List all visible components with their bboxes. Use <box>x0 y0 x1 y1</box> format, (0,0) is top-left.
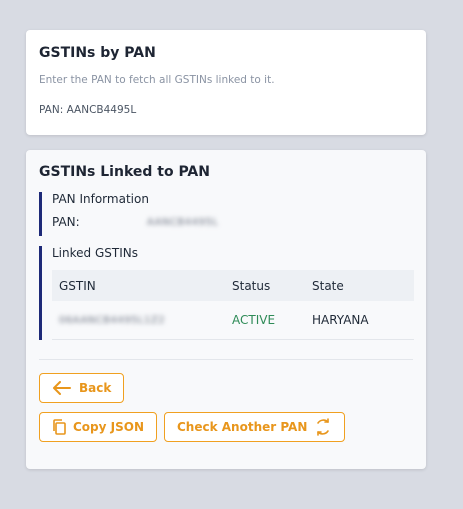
card-subtitle: Enter the PAN to fetch all GSTINs linked… <box>39 74 275 86</box>
copy-json-label: Copy JSON <box>73 420 144 434</box>
gstins-by-pan-card: GSTINs by PAN Enter the PAN to fetch all… <box>26 30 426 135</box>
linked-gstins-section: Linked GSTINs GSTIN Status State 06AANCB… <box>39 246 414 340</box>
action-buttons: Copy JSON Check Another PAN <box>39 412 413 442</box>
pan-row: PAN: AANCB4495L <box>52 215 413 229</box>
arrow-left-icon <box>52 381 72 395</box>
gstin-table: GSTIN Status State 06AANCB4495L1Z2 ACTIV… <box>52 270 414 340</box>
table-row: 06AANCB4495L1Z2 ACTIVE HARYANA <box>52 301 414 340</box>
divider <box>39 359 413 360</box>
copy-icon <box>52 419 66 435</box>
column-header: Status <box>232 278 271 293</box>
copy-json-button[interactable]: Copy JSON <box>39 412 157 442</box>
pan-line: PAN: AANCB4495L <box>39 104 137 116</box>
back-label: Back <box>79 381 112 395</box>
pan-label: PAN: <box>52 215 80 229</box>
card-title: GSTINs Linked to PAN <box>39 164 210 180</box>
card-title: GSTINs by PAN <box>39 45 156 61</box>
pan-information-section: PAN Information PAN: AANCB4495L <box>39 192 413 236</box>
state-cell: HARYANA <box>305 301 414 340</box>
gstins-linked-card: GSTINs Linked to PAN PAN Information PAN… <box>26 150 426 469</box>
refresh-icon <box>314 418 332 436</box>
column-header: State <box>312 278 344 293</box>
section-heading: PAN Information <box>52 192 149 206</box>
back-button[interactable]: Back <box>39 373 125 403</box>
table-header-row: GSTIN Status State <box>52 270 414 301</box>
section-heading: Linked GSTINs <box>52 246 138 260</box>
gstin-cell: 06AANCB4495L1Z2 <box>52 301 225 340</box>
pan-value: AANCB4495L <box>147 216 219 228</box>
status-cell: ACTIVE <box>225 301 305 340</box>
column-header: GSTIN <box>59 278 96 293</box>
check-another-pan-label: Check Another PAN <box>177 420 308 434</box>
check-another-pan-button[interactable]: Check Another PAN <box>164 412 346 442</box>
